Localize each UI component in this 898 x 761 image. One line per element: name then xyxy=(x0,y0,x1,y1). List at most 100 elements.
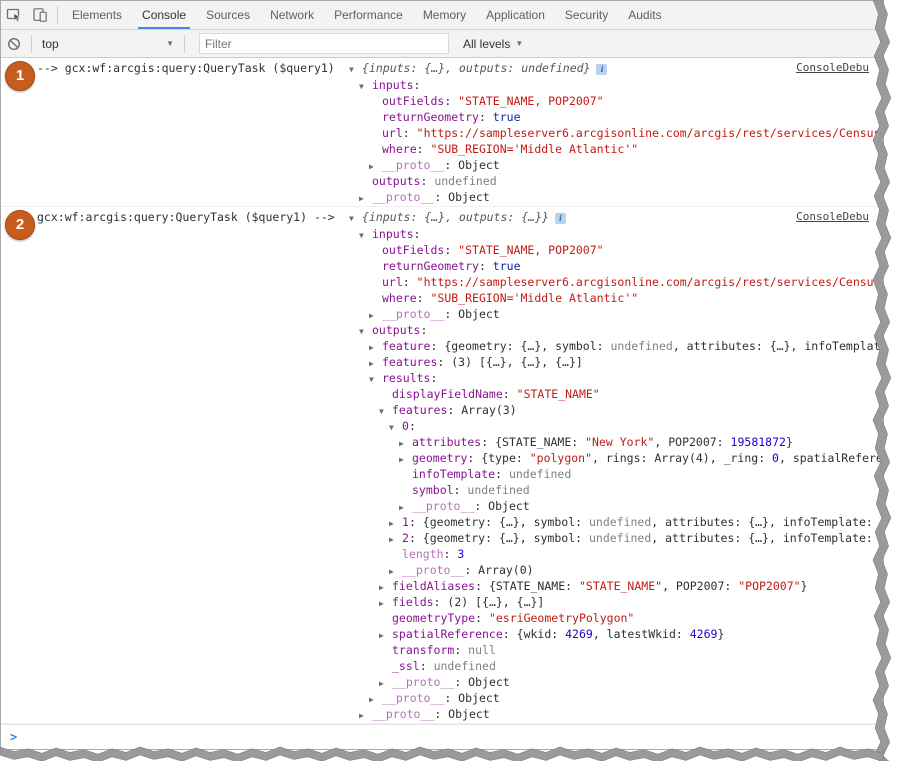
token: "STATE_NAME, POP2007" xyxy=(458,94,603,108)
tree-row: returnGeometry: true xyxy=(1,109,883,125)
token: displayFieldName xyxy=(392,387,503,401)
expand-arrow-icon[interactable]: ▼ xyxy=(349,211,362,227)
token: "polygon" xyxy=(530,451,592,465)
tab-sources[interactable]: Sources xyxy=(196,1,260,29)
devtools-window: ElementsConsoleSourcesNetworkPerformance… xyxy=(0,0,898,761)
token: {STATE_NAME: xyxy=(489,579,579,593)
token: : xyxy=(481,435,495,449)
token: : xyxy=(420,174,434,188)
expand-arrow-icon[interactable]: ▼ xyxy=(349,62,362,78)
source-link[interactable]: ConsoleDebu xyxy=(796,209,869,225)
tree-row: ▶__proto__: Object xyxy=(1,690,883,706)
expand-arrow-icon[interactable]: ▶ xyxy=(359,191,372,207)
tree-row: ▼0: xyxy=(1,418,883,434)
token: : xyxy=(475,611,489,625)
chevron-down-icon: ▼ xyxy=(515,39,523,48)
tree-row: ▶fieldAliases: {STATE_NAME: "STATE_NAME"… xyxy=(1,578,883,594)
token: : xyxy=(464,563,478,577)
execution-context-value: top xyxy=(42,37,59,51)
expand-arrow-icon[interactable]: ▶ xyxy=(359,708,372,724)
token: length xyxy=(402,547,444,561)
token: __proto__ xyxy=(382,158,444,172)
source-link[interactable]: ConsoleDebu xyxy=(796,60,869,76)
tree-row: ▼inputs: xyxy=(1,77,883,93)
device-toolbar-icon[interactable] xyxy=(27,3,53,27)
console-input-row[interactable]: > xyxy=(1,724,883,749)
toolbar-separator xyxy=(57,6,58,24)
token: } xyxy=(801,579,808,593)
token: : xyxy=(417,142,431,156)
console-entry: 1 --> gcx:wf:arcgis:query:QueryTask ($qu… xyxy=(1,58,883,207)
tab-security[interactable]: Security xyxy=(555,1,618,29)
clear-console-icon[interactable] xyxy=(1,32,27,56)
token: : xyxy=(444,158,458,172)
tree-row: ▶feature: {geometry: {…}, symbol: undefi… xyxy=(1,338,883,354)
token: : xyxy=(447,403,461,417)
console-entries: 1 --> gcx:wf:arcgis:query:QueryTask ($qu… xyxy=(1,58,883,724)
token: features xyxy=(392,403,447,417)
toolbar-separator xyxy=(31,35,32,53)
token: Object xyxy=(468,675,510,689)
token: {wkid: xyxy=(517,627,565,641)
tree-row: ▼outputs: xyxy=(1,322,883,338)
tab-elements[interactable]: Elements xyxy=(62,1,132,29)
info-icon: i xyxy=(596,64,607,75)
token: : xyxy=(434,595,448,609)
tree-row: ▶fields: (2) [{…}, {…}] xyxy=(1,594,883,610)
token: : xyxy=(503,387,517,401)
tree-row: ▶__proto__: Object xyxy=(1,674,883,690)
token: inputs xyxy=(372,78,414,92)
tab-audits[interactable]: Audits xyxy=(618,1,671,29)
token: undefined xyxy=(611,339,673,353)
token: : xyxy=(409,419,416,433)
token: transform xyxy=(392,643,454,657)
token: __proto__ xyxy=(382,691,444,705)
token: } xyxy=(786,435,793,449)
tab-application[interactable]: Application xyxy=(476,1,555,29)
token: (2) [{…}, {…}] xyxy=(447,595,544,609)
token: undef xyxy=(880,531,883,545)
token: url xyxy=(382,275,403,289)
token: outFields xyxy=(382,94,444,108)
tree-row: length: 3 xyxy=(1,546,883,562)
token: , attributes: {…}, infoTemplate: xyxy=(651,515,879,529)
token: : xyxy=(444,691,458,705)
token: {type: xyxy=(481,451,529,465)
token: true xyxy=(493,110,521,124)
token: 4269 xyxy=(690,627,718,641)
token: 19581872 xyxy=(731,435,786,449)
token: : xyxy=(430,371,437,385)
token: undefined xyxy=(434,174,496,188)
tree-row: infoTemplate: undefined xyxy=(1,466,883,482)
token: 2 xyxy=(402,531,409,545)
token: Array(3) xyxy=(461,403,516,417)
token: _ssl xyxy=(392,659,420,673)
token: : xyxy=(420,659,434,673)
inspect-element-icon[interactable] xyxy=(1,3,27,27)
token: __proto__ xyxy=(372,707,434,721)
filter-input[interactable] xyxy=(199,33,449,54)
token: undefined xyxy=(509,467,571,481)
token: "New York" xyxy=(585,435,654,449)
tab-memory[interactable]: Memory xyxy=(413,1,476,29)
tab-strip: ElementsConsoleSourcesNetworkPerformance… xyxy=(62,1,672,29)
tree-row: ▼inputs: xyxy=(1,226,883,242)
token: __proto__ xyxy=(372,190,434,204)
tab-console[interactable]: Console xyxy=(132,1,196,29)
token: where xyxy=(382,291,417,305)
token: Object xyxy=(448,190,490,204)
execution-context-dropdown[interactable]: top ▼ xyxy=(36,37,180,51)
token: {STATE_NAME: xyxy=(495,435,585,449)
tree-row: ▶spatialReference: {wkid: 4269, latestWk… xyxy=(1,626,883,642)
token: Object xyxy=(488,499,530,513)
token: : xyxy=(409,531,423,545)
token: , attributes: {…}, infoTemplate: xyxy=(651,531,879,545)
token: undefined xyxy=(434,659,496,673)
log-levels-dropdown[interactable]: All levels ▼ xyxy=(459,37,527,51)
tab-performance[interactable]: Performance xyxy=(324,1,413,29)
token: __proto__ xyxy=(412,499,474,513)
tree-row: ▶__proto__: Object xyxy=(1,157,883,173)
tab-network[interactable]: Network xyxy=(260,1,324,29)
token: : xyxy=(479,110,493,124)
token: , POP2007: xyxy=(662,579,738,593)
